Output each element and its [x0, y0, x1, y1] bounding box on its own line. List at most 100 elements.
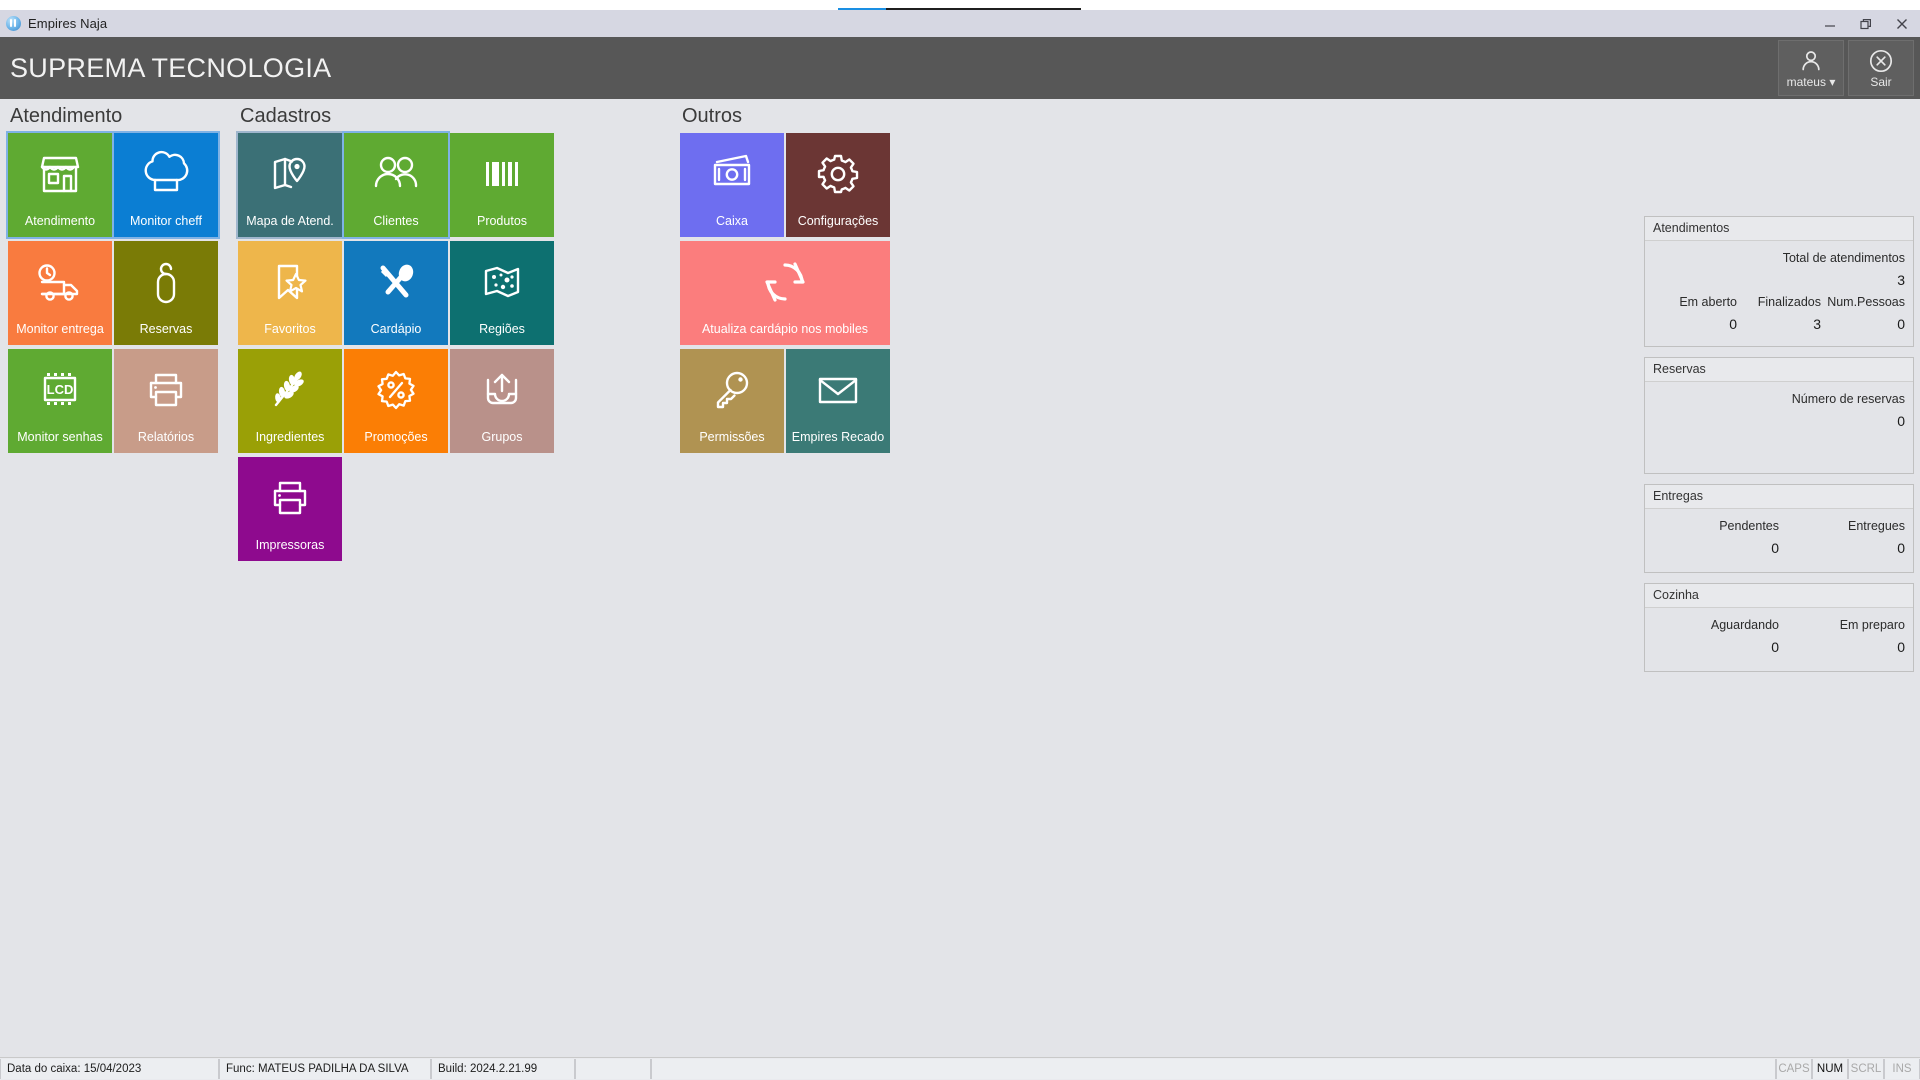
exit-button[interactable]: Sair: [1848, 40, 1914, 96]
tile-label: Relatórios: [137, 430, 195, 444]
tile-atualiza-card-pio-nos-mobiles[interactable]: Atualiza cardápio nos mobiles: [680, 241, 890, 345]
metric-row: Aguardando 0 Em preparo 0: [1653, 615, 1905, 659]
region-map-icon: [450, 241, 554, 323]
tile-label: Promoções: [364, 430, 428, 444]
metric-label: Em preparo: [1839, 618, 1905, 632]
tile-grid: Caixa Configurações Atualiza cardápio nos …: [680, 133, 900, 457]
tile-reservas[interactable]: Reservas: [114, 241, 218, 345]
tile-monitor-entrega[interactable]: Monitor entrega: [8, 241, 112, 345]
panel-reservas: Reservas Número de reservas 0: [1644, 357, 1914, 474]
metric-value: 3: [1897, 272, 1905, 288]
tile-label: Clientes: [373, 214, 419, 228]
user-menu-button[interactable]: mateus ▾: [1778, 40, 1844, 96]
panel-title: Entregas: [1645, 485, 1913, 509]
metric-value: 0: [1897, 639, 1905, 655]
tile-configura-es[interactable]: Configurações: [786, 133, 890, 237]
app-header: SUPREMA TECNOLOGIA mateus ▾ Sair: [0, 37, 1920, 99]
tile-permiss-es[interactable]: Permissões: [680, 349, 784, 453]
svg-text:LCD: LCD: [47, 382, 74, 397]
close-icon[interactable]: [1884, 10, 1920, 37]
tile-impressoras[interactable]: Impressoras: [238, 457, 342, 561]
metric-value: 0: [1897, 316, 1905, 332]
panel-title: Cozinha: [1645, 584, 1913, 608]
metric-cell: Num.Pessoas 0: [1821, 292, 1905, 336]
metric-cell: Entregues 0: [1779, 516, 1905, 560]
minimize-icon[interactable]: [1812, 10, 1848, 37]
tile-label: Caixa: [716, 214, 748, 228]
tile-grid: Mapa de Atend. Clientes Produtos Favoritos C…: [236, 131, 558, 565]
lcd-screen-icon: LCD: [8, 349, 112, 431]
map-pin-icon: [238, 133, 342, 215]
tile-produtos[interactable]: Produtos: [450, 133, 554, 237]
status-cell: Func: MATEUS PADILHA DA SILVA: [219, 1059, 431, 1079]
panel-body: Total de atendimentos 3 Em aberto 0 Finaliza…: [1645, 241, 1913, 346]
tile-atendimento[interactable]: Atendimento: [6, 131, 114, 239]
restore-icon[interactable]: [1848, 10, 1884, 37]
metric-value: 0: [1897, 540, 1905, 556]
app-icon: [6, 16, 21, 31]
metric-cell: Em preparo 0: [1779, 615, 1905, 659]
user-icon: [1798, 48, 1824, 74]
metric-row: Total de atendimentos 3: [1653, 248, 1905, 292]
metric-label: Total de atendimentos: [1782, 251, 1905, 265]
tile-label: Monitor cheff: [129, 214, 203, 228]
work-area: Atendimento Atendimento Monitor cheff Monit…: [0, 99, 1920, 1028]
panel-body: Pendentes 0 Entregues 0: [1645, 509, 1913, 572]
tile-grupos[interactable]: Grupos: [450, 349, 554, 453]
tile-label: Grupos: [481, 430, 523, 444]
window-title: Empires Naja: [28, 16, 108, 31]
envelope-icon: [786, 349, 890, 431]
window-controls: [1812, 10, 1920, 37]
status-flag-num: NUM: [1812, 1059, 1848, 1079]
tile-regi-es[interactable]: Regiões: [450, 241, 554, 345]
metric-value: 0: [1771, 540, 1779, 556]
tile-monitor-cheff[interactable]: Monitor cheff: [112, 131, 220, 239]
metric-cell: Em aberto 0: [1653, 292, 1737, 336]
panel-atendimentos: Atendimentos Total de atendimentos 3 Em abe…: [1644, 216, 1914, 347]
tile-empires-recado[interactable]: Empires Recado: [786, 349, 890, 453]
tile-promo-es[interactable]: Promoções: [344, 349, 448, 453]
tile-monitor-senhas[interactable]: LCD Monitor senhas: [8, 349, 112, 453]
discount-icon: [344, 349, 448, 431]
tile-label: Atendimento: [24, 214, 96, 228]
metric-label: Entregues: [1848, 519, 1905, 533]
metric-label: Num.Pessoas: [1827, 295, 1905, 309]
metric-row: Em aberto 0 Finalizados 3 Num.Pessoas 0: [1653, 292, 1905, 336]
tile-clientes[interactable]: Clientes: [342, 131, 450, 239]
tile-ingredientes[interactable]: Ingredientes: [238, 349, 342, 453]
metric-label: Número de reservas: [1791, 392, 1905, 406]
status-flag-scrl: SCRL: [1848, 1059, 1884, 1079]
header-actions: mateus ▾ Sair: [1776, 37, 1920, 99]
tile-caixa[interactable]: Caixa: [680, 133, 784, 237]
chef-hat-icon: [114, 133, 218, 215]
metric-row: Número de reservas 0: [1653, 389, 1905, 433]
key-icon: [680, 349, 784, 431]
metric-label: Finalizados: [1757, 295, 1821, 309]
tile-label: Ingredientes: [255, 430, 325, 444]
tile-label: Monitor entrega: [16, 322, 104, 336]
tile-relat-rios[interactable]: Relatórios: [114, 349, 218, 453]
page-title: SUPREMA TECNOLOGIA: [10, 52, 332, 83]
group-atendimento: Atendimento Atendimento Monitor cheff Monit…: [6, 104, 228, 457]
tile-grid: Atendimento Monitor cheff Monitor entrega R…: [6, 131, 228, 457]
tile-label: Atualiza cardápio nos mobiles: [701, 322, 869, 336]
metric-cell: Finalizados 3: [1737, 292, 1821, 336]
group-title: Outros: [682, 105, 743, 127]
chevron-down-icon: ▾: [1829, 75, 1836, 89]
panel-title: Atendimentos: [1645, 217, 1913, 241]
tile-label: Permissões: [699, 430, 765, 444]
tile-card-pio[interactable]: Cardápio: [344, 241, 448, 345]
tile-label: Empires Recado: [791, 430, 885, 444]
tile-label: Mapa de Atend.: [246, 214, 334, 228]
metric-value: 0: [1897, 413, 1905, 429]
metric-cell: Pendentes 0: [1653, 516, 1779, 560]
metric-label: Em aberto: [1679, 295, 1737, 309]
exit-button-label: Sair: [1870, 75, 1892, 89]
tile-mapa-de-atend[interactable]: Mapa de Atend.: [236, 131, 344, 239]
tile-label: Produtos: [476, 214, 528, 228]
barcode-icon: [450, 133, 554, 215]
tile-label: Reservas: [139, 322, 193, 336]
window-titlebar: Empires Naja: [0, 10, 1920, 38]
tile-favoritos[interactable]: Favoritos: [238, 241, 342, 345]
desktop-strip: [0, 0, 1920, 11]
